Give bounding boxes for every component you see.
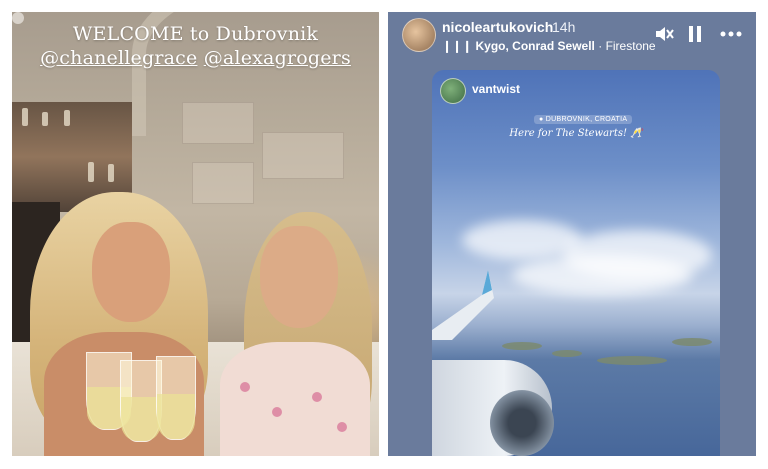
left-story-panel: WELCOME to Dubrovnik @chanellegrace @ale…: [12, 12, 379, 456]
music-track: Firestone: [605, 39, 656, 53]
right-story-panel: nicoleartukovich 14h ❙❙❙ Kygo, Conrad Se…: [388, 12, 756, 456]
island: [552, 350, 582, 357]
avatar[interactable]: [402, 18, 436, 52]
mention-chanellegrace[interactable]: @chanellegrace: [40, 47, 197, 69]
bottle: [42, 112, 48, 126]
bottle: [108, 164, 114, 182]
engine-intake: [490, 390, 554, 456]
woman-right-face: [260, 226, 338, 328]
music-sticker[interactable]: ❙❙❙ Kygo, Conrad Sewell · Firestone: [442, 39, 656, 53]
location-sticker[interactable]: ● DUBROVNIK, CROATIA: [534, 115, 633, 124]
dress-flower: [240, 382, 250, 392]
stone-block: [182, 102, 254, 144]
music-bars-icon: ❙❙❙: [442, 39, 473, 53]
avatar[interactable]: [440, 78, 466, 104]
music-artists: Kygo, Conrad Sewell: [475, 39, 595, 53]
island: [597, 356, 667, 365]
shared-post-username[interactable]: vantwist: [472, 82, 520, 96]
location-pin-icon: ●: [539, 116, 544, 123]
bottle: [64, 110, 70, 126]
bottle: [22, 108, 28, 126]
stone-block: [192, 162, 254, 204]
shared-post[interactable]: vantwist ● DUBROVNIK, CROATIA Here for T…: [432, 70, 720, 456]
stone-block: [262, 132, 344, 179]
story-username[interactable]: nicoleartukovich: [442, 19, 553, 35]
shared-post-caption: Here for The Stewarts! 🥂: [509, 128, 643, 139]
welcome-title: WELCOME to Dubrovnik: [72, 23, 319, 45]
cloud: [512, 255, 692, 295]
island: [672, 338, 712, 346]
wine-glass: [156, 356, 196, 440]
more-dots-icon[interactable]: [720, 24, 742, 48]
airplane-wing: [432, 270, 494, 340]
bottle: [88, 162, 94, 182]
pause-icon[interactable]: [688, 24, 702, 48]
story-time: 14h: [552, 19, 576, 35]
story-header: nicoleartukovich 14h ❙❙❙ Kygo, Conrad Se…: [388, 12, 756, 64]
speaker-muted-icon[interactable]: [654, 24, 674, 48]
island: [502, 342, 542, 350]
dress-flower: [337, 422, 347, 432]
dress-flower: [272, 407, 282, 417]
mention-alexagrogers[interactable]: @alexagrogers: [204, 47, 351, 69]
woman-right-dress: [220, 342, 370, 456]
woman-left-face: [92, 222, 170, 322]
location-label: DUBROVNIK, CROATIA: [545, 116, 628, 123]
dress-flower: [312, 392, 322, 402]
music-separator: ·: [598, 39, 603, 53]
story-text-overlay: WELCOME to Dubrovnik @chanellegrace @ale…: [12, 22, 379, 70]
